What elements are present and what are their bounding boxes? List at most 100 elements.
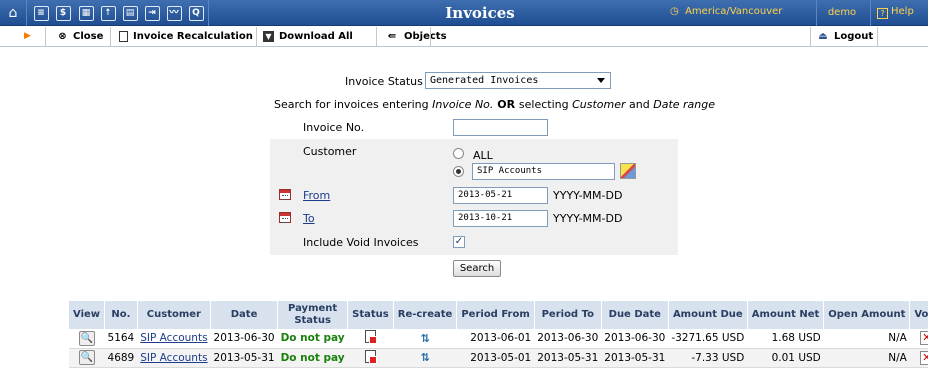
toolbar-separator bbox=[430, 27, 431, 46]
clock-icon: ◷ bbox=[670, 6, 679, 17]
invoice-status-select[interactable]: Generated Invoices bbox=[425, 72, 611, 89]
status-cell bbox=[347, 329, 394, 349]
column-header[interactable]: Period From bbox=[456, 301, 535, 329]
logout-button[interactable]: ⏏ Logout bbox=[817, 26, 873, 46]
column-header[interactable]: View bbox=[69, 301, 106, 329]
amount-net: 1.68 USD bbox=[747, 329, 824, 349]
download-all-button[interactable]: ▼ Download All bbox=[263, 26, 353, 46]
void-cell: ✕ bbox=[909, 329, 928, 349]
objects-label: Objects bbox=[404, 30, 447, 42]
column-header[interactable]: Re-create bbox=[393, 301, 458, 329]
user-name[interactable]: demo bbox=[816, 0, 868, 26]
timezone-label[interactable]: ◷ America/Vancouver bbox=[670, 6, 782, 17]
column-header[interactable]: Customer bbox=[137, 301, 212, 329]
column-header[interactable]: Payment Status bbox=[277, 301, 349, 329]
invoice-status-label: Invoice Status bbox=[345, 75, 423, 88]
objects-icon: ⇚ bbox=[387, 30, 397, 42]
back-arrow-icon[interactable]: ▶ bbox=[24, 26, 31, 46]
customer-link[interactable]: SIP Accounts bbox=[137, 329, 211, 349]
document-icon bbox=[119, 30, 128, 42]
toolbar-separator bbox=[376, 27, 377, 46]
toolbar-separator bbox=[810, 27, 811, 46]
view-cell: 🔍 bbox=[69, 329, 105, 349]
transfer-icon[interactable]: ⇥ bbox=[143, 4, 161, 22]
close-button[interactable]: ⊗ Close bbox=[57, 26, 103, 46]
column-header[interactable]: Date bbox=[210, 301, 279, 329]
column-header[interactable]: Amount Net bbox=[747, 301, 825, 329]
home-icon[interactable]: ⌂ bbox=[4, 4, 22, 22]
nav-separator bbox=[870, 0, 871, 26]
help-icon: ? bbox=[877, 8, 888, 19]
close-label: Close bbox=[73, 30, 104, 42]
include-void-checkbox[interactable]: ✓ bbox=[453, 236, 465, 248]
from-date-link[interactable]: From bbox=[303, 189, 330, 202]
calendar-icon[interactable] bbox=[279, 189, 291, 200]
void-x-icon[interactable]: ✕ bbox=[919, 350, 928, 365]
magnifier-icon[interactable]: 🔍 bbox=[78, 330, 95, 346]
objects-button[interactable]: ⇚ Objects bbox=[385, 26, 447, 46]
due-date: 2013-05-31 bbox=[601, 348, 669, 368]
column-header[interactable]: Status bbox=[347, 301, 394, 329]
amount-due: -7.33 USD bbox=[668, 348, 748, 368]
void-cell: ✕ bbox=[909, 348, 928, 368]
chart-icon[interactable]: 〰 bbox=[165, 4, 183, 22]
page-title: Invoices bbox=[445, 4, 515, 22]
open-amount: N/A bbox=[823, 348, 910, 368]
to-date-input[interactable]: 2013-10-21 bbox=[453, 210, 548, 227]
download-icon: ▼ bbox=[263, 30, 274, 42]
to-date-link[interactable]: To bbox=[303, 212, 315, 225]
dollar-icon[interactable]: $ bbox=[54, 4, 72, 22]
invoice-no-input[interactable] bbox=[453, 119, 548, 136]
download-all-label: Download All bbox=[279, 30, 353, 42]
search-hint: Search for invoices entering Invoice No.… bbox=[274, 98, 716, 111]
timezone-text: America/Vancouver bbox=[685, 6, 783, 17]
grid-icon[interactable]: ▦ bbox=[77, 4, 95, 22]
invoice-number: 5164 bbox=[104, 329, 138, 349]
table-header-row: View No. Customer Date Payment Status St… bbox=[69, 301, 928, 329]
recreate-icon[interactable]: ⇅ bbox=[420, 332, 429, 345]
nav-separator bbox=[208, 0, 209, 26]
pdf-document-icon[interactable] bbox=[364, 349, 377, 364]
search-icon[interactable]: Q bbox=[187, 4, 205, 22]
customer-label: Customer bbox=[303, 145, 357, 158]
payment-status: Do not pay bbox=[277, 348, 348, 368]
invoice-number: 4689 bbox=[104, 348, 138, 368]
column-header[interactable]: Open Amount bbox=[823, 301, 911, 329]
customer-specific-radio[interactable] bbox=[453, 166, 464, 177]
list-icon[interactable]: ≡ bbox=[32, 4, 50, 22]
void-x-icon[interactable]: ✕ bbox=[919, 331, 928, 346]
invoice-recalculation-button[interactable]: Invoice Recalculation bbox=[119, 26, 253, 46]
card-icon[interactable]: ▤ bbox=[121, 4, 139, 22]
search-button[interactable]: Search bbox=[453, 260, 501, 277]
help-link[interactable]: ? Help bbox=[877, 6, 914, 19]
from-date-input[interactable]: 2013-05-21 bbox=[453, 187, 548, 204]
invoice-date: 2013-05-31 bbox=[210, 348, 278, 368]
period-from: 2013-05-01 bbox=[456, 348, 535, 368]
top-navigation-bar: ⌂ ≡ $ ▦ ☨ ▤ ⇥ 〰 Q Invoices ◷ America/Van… bbox=[0, 0, 928, 26]
column-header[interactable]: Void bbox=[909, 301, 928, 329]
recreate-cell: ⇅ bbox=[393, 329, 457, 349]
magnifier-icon[interactable]: 🔍 bbox=[78, 350, 95, 365]
customer-all-radio[interactable] bbox=[453, 148, 464, 159]
period-from: 2013-06-01 bbox=[456, 329, 535, 349]
toolbar-separator bbox=[110, 27, 111, 46]
due-date: 2013-06-30 bbox=[601, 329, 669, 349]
customer-input[interactable]: SIP Accounts bbox=[472, 163, 615, 180]
table-row: 🔍 4689 SIP Accounts 2013-05-31 Do not pa… bbox=[69, 348, 928, 368]
period-to: 2013-05-31 bbox=[534, 348, 602, 368]
person-icon[interactable]: ☨ bbox=[99, 4, 117, 22]
column-header[interactable]: Period To bbox=[534, 301, 602, 329]
column-header[interactable]: Amount Due bbox=[668, 301, 748, 329]
calendar-icon[interactable] bbox=[279, 212, 291, 223]
include-void-label: Include Void Invoices bbox=[303, 236, 419, 249]
customer-link[interactable]: SIP Accounts bbox=[137, 348, 211, 368]
pdf-document-icon[interactable] bbox=[364, 330, 377, 345]
column-header[interactable]: Due Date bbox=[601, 301, 669, 329]
recreate-icon[interactable]: ⇅ bbox=[420, 351, 429, 364]
nav-separator bbox=[26, 0, 27, 26]
from-date-format: YYYY-MM-DD bbox=[553, 189, 623, 202]
invoice-status-value: Generated Invoices bbox=[430, 75, 539, 86]
customer-picker-icon[interactable] bbox=[620, 163, 636, 179]
status-cell bbox=[347, 348, 394, 368]
column-header[interactable]: No. bbox=[104, 301, 138, 329]
